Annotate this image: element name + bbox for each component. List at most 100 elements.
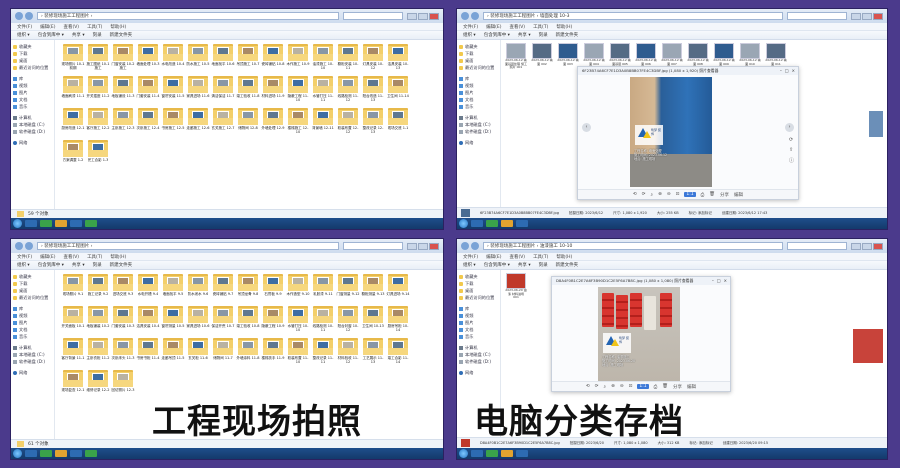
maximize-icon[interactable]: □ xyxy=(785,67,789,75)
folder-item[interactable]: 石膏板 9-9 xyxy=(261,274,285,302)
folder-item[interactable]: 吊顶龙骨 9-8 xyxy=(236,274,260,302)
folder-item[interactable]: 玄关柜 11-6 xyxy=(186,338,210,366)
folder-item[interactable]: 水管打压 10-10 xyxy=(286,306,310,334)
folder-item[interactable]: 洁具安装 10-13 xyxy=(386,44,410,72)
folder-item[interactable]: 墙面找平 9-5 xyxy=(161,274,185,302)
folder-item[interactable]: 主卧施工 12-3 xyxy=(111,108,135,136)
folder-item[interactable]: 书房施工 12-5 xyxy=(161,108,185,136)
folder-item[interactable]: 瓷砖铺贴 10-8 xyxy=(261,44,285,72)
folder-item[interactable]: 厨房吊柜 10-14 xyxy=(386,306,410,334)
toolbar-item[interactable]: 组织 ▾ xyxy=(17,262,30,268)
address-bar[interactable]: › 装修现场施工工程图片 › 墙面处理 10-3 xyxy=(483,12,783,20)
folder-item[interactable]: 墙面刷漆 11-1 xyxy=(61,76,85,104)
folder-item[interactable]: 隐蔽工程 11-10 xyxy=(286,76,310,104)
sidebar-item[interactable]: 库 xyxy=(459,305,498,312)
viewer-tool-button[interactable]: 🗑 xyxy=(709,192,715,197)
viewer-tool-button[interactable]: 编辑 xyxy=(687,384,696,390)
menu-item[interactable]: 编辑(E) xyxy=(40,254,55,260)
back-icon[interactable] xyxy=(15,12,23,20)
folder-item[interactable]: 材料进场 11-9 xyxy=(261,76,285,104)
search-input[interactable] xyxy=(343,12,403,20)
folder-item[interactable]: 乳胶漆 9-11 xyxy=(311,274,335,302)
menu-item[interactable]: 文件(F) xyxy=(17,254,32,260)
sidebar-item[interactable]: 收藏夹 xyxy=(459,273,498,280)
sidebar-item[interactable]: 桌面 xyxy=(459,287,498,294)
maximize-button[interactable] xyxy=(418,12,428,20)
viewer-tool-button[interactable]: ⊡ xyxy=(629,384,633,389)
toolbar-item[interactable]: 包含到库中 ▾ xyxy=(38,262,64,268)
folder-item[interactable]: 橱柜测量 9-13 xyxy=(361,274,385,302)
folder-item[interactable]: 油漆施工 10-10 xyxy=(311,44,335,72)
menu-item[interactable]: 帮助(H) xyxy=(556,24,572,30)
photo-thumbnail[interactable]: 2023-06-12 墙面基层处理 施工照片 001 xyxy=(505,43,527,69)
search-input[interactable] xyxy=(787,242,847,250)
sidebar-item[interactable]: 收藏夹 xyxy=(459,43,498,50)
taskbar-app[interactable] xyxy=(486,220,498,227)
folder-item[interactable]: 背景墙 12-11 xyxy=(311,108,335,136)
folder-item[interactable]: 楼梯施工 12-10 xyxy=(286,108,310,136)
taskbar-app[interactable] xyxy=(516,220,528,227)
folder-item[interactable]: 客厅背景 11-1 xyxy=(61,338,85,366)
sidebar-item[interactable]: 文档 xyxy=(459,326,498,333)
sidebar-item[interactable]: 文档 xyxy=(459,96,498,103)
start-button[interactable] xyxy=(13,219,22,228)
sidebar-item[interactable]: 音乐 xyxy=(13,333,52,340)
sidebar-item[interactable]: 库 xyxy=(459,75,498,82)
forward-icon[interactable] xyxy=(471,12,479,20)
folder-item[interactable]: 开关插座 11-2 xyxy=(86,76,110,104)
viewer-tool-button[interactable]: ⊕ xyxy=(658,192,662,197)
photo-thumbnail[interactable]: 2023-06-20 油漆 材料进场 001 xyxy=(505,273,527,299)
folder-item[interactable]: 主卧衣柜 11-2 xyxy=(86,338,110,366)
toolbar-item[interactable]: 共享 ▾ xyxy=(72,32,85,38)
toolbar-item[interactable]: 组织 ▾ xyxy=(17,32,30,38)
sidebar-item[interactable]: 最近访问的位置 xyxy=(459,64,498,71)
folder-item[interactable]: 外墙涂料 11-8 xyxy=(236,338,260,366)
folder-item[interactable]: 水电改造 10-4 xyxy=(161,44,185,72)
toolbar-item[interactable]: 组织 ▾ xyxy=(463,32,476,38)
toolbar-item[interactable]: 共享 ▾ xyxy=(72,262,85,268)
sidebar-item[interactable]: 桌面 xyxy=(459,57,498,64)
viewer-tool-button[interactable]: 1:1 xyxy=(684,192,696,197)
sidebar-item[interactable]: 网络 xyxy=(459,139,498,146)
start-button[interactable] xyxy=(459,449,468,458)
sidebar-item[interactable]: 音乐 xyxy=(459,333,498,340)
sidebar-item[interactable]: 下载 xyxy=(13,280,52,287)
menu-item[interactable]: 工具(T) xyxy=(533,254,548,260)
photo-thumbnail[interactable]: 2023-06-12 墙面 002 xyxy=(531,43,553,69)
toolbar-item[interactable]: 新建文件夹 xyxy=(110,262,133,268)
menu-item[interactable]: 帮助(H) xyxy=(556,254,572,260)
sidebar-item[interactable]: 桌面 xyxy=(13,57,52,64)
sidebar-item[interactable]: 网络 xyxy=(13,139,52,146)
folder-item[interactable]: 线路检测 10-11 xyxy=(311,306,335,334)
folder-item[interactable]: 工艺展示 11-13 xyxy=(361,338,385,366)
sidebar-item[interactable]: 图片 xyxy=(459,89,498,96)
taskbar-app[interactable] xyxy=(471,220,483,227)
forward-icon[interactable] xyxy=(25,242,33,250)
toolbar-item[interactable]: 包含到库中 ▾ xyxy=(484,32,510,38)
menu-item[interactable]: 文件(F) xyxy=(17,24,32,30)
close-icon[interactable]: × xyxy=(792,67,795,75)
nav-buttons[interactable] xyxy=(461,12,479,20)
menu-item[interactable]: 工具(T) xyxy=(87,254,102,260)
back-icon[interactable] xyxy=(461,12,469,20)
menu-item[interactable]: 编辑(E) xyxy=(40,24,55,30)
taskbar-app[interactable] xyxy=(486,450,498,457)
folder-item[interactable]: 客厅施工 12-2 xyxy=(86,108,110,136)
maximize-button[interactable] xyxy=(862,12,872,20)
folder-item[interactable]: 储物间 12-8 xyxy=(236,108,260,136)
nav-buttons[interactable] xyxy=(15,12,33,20)
folder-item[interactable]: 书房书柜 11-4 xyxy=(136,338,160,366)
folder-item[interactable]: 施工图纸 10-1 施工 xyxy=(86,44,110,72)
toolbar-item[interactable]: 刻录 xyxy=(93,32,102,38)
folder-item[interactable]: 清洁保洁 11-7 xyxy=(211,76,235,104)
start-button[interactable] xyxy=(13,449,22,458)
sidebar-item[interactable]: 软件磁盘 (D:) xyxy=(13,128,52,135)
folder-item[interactable]: 卫生间 11-14 xyxy=(386,76,410,104)
taskbar-app[interactable] xyxy=(25,220,37,227)
previous-arrow-icon[interactable]: ‹ xyxy=(582,123,591,132)
toolbar-item[interactable]: 共享 ▾ xyxy=(518,262,531,268)
viewer-tool-button[interactable]: ⊖ xyxy=(667,192,671,197)
sidebar-item[interactable]: 最近访问的位置 xyxy=(13,64,52,71)
back-icon[interactable] xyxy=(15,242,23,250)
folder-item[interactable]: 墙面处理 10-3 xyxy=(136,44,160,72)
